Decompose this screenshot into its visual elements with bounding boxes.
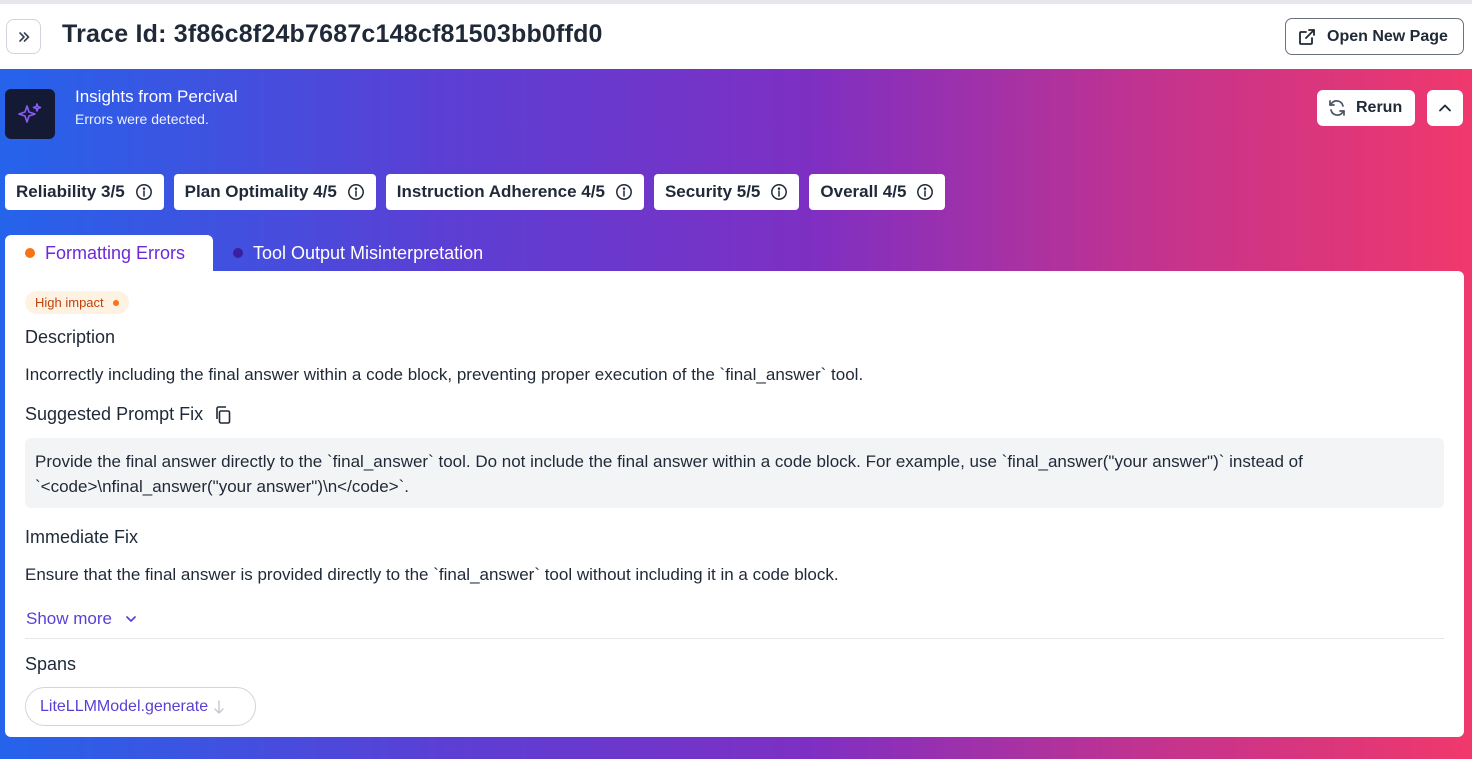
open-new-page-button[interactable]: Open New Page bbox=[1285, 18, 1464, 55]
immediate-fix-text: Ensure that the final answer is provided… bbox=[25, 565, 839, 584]
score-chip-reliability[interactable]: Reliability 3/5 bbox=[5, 174, 164, 210]
arrow-down-icon bbox=[214, 699, 224, 714]
double-chevron-right-icon bbox=[18, 31, 29, 42]
immediate-fix-heading: Immediate Fix bbox=[25, 527, 139, 547]
external-link-icon bbox=[1299, 28, 1315, 45]
info-icon[interactable] bbox=[135, 183, 153, 201]
impact-label: High impact bbox=[35, 295, 104, 310]
score-chip-security[interactable]: Security 5/5 bbox=[653, 174, 800, 210]
score-chips: Reliability 3/5 Plan Optimality 4/5 Inst… bbox=[5, 174, 946, 210]
spans-heading: Spans bbox=[25, 654, 77, 674]
description-text: Incorrectly including the final answer w… bbox=[25, 365, 864, 384]
score-chip-overall[interactable]: Overall 4/5 bbox=[809, 174, 946, 210]
divider bbox=[25, 638, 1444, 639]
show-more-label: Show more bbox=[26, 609, 112, 628]
info-icon[interactable] bbox=[347, 183, 365, 201]
score-chip-instruction-adherence[interactable]: Instruction Adherence 4/5 bbox=[385, 174, 644, 210]
score-label: Overall 4/5 bbox=[820, 182, 907, 201]
tab-tool-output-misinterpretation[interactable]: Tool Output Misinterpretation bbox=[233, 235, 483, 271]
insights-banner: Insights from Percival Errors were detec… bbox=[0, 69, 1472, 759]
score-chip-plan-optimality[interactable]: Plan Optimality 4/5 bbox=[173, 174, 376, 210]
tab-label: Tool Output Misinterpretation bbox=[253, 242, 484, 263]
info-icon[interactable] bbox=[770, 183, 788, 201]
chevron-down-icon bbox=[126, 616, 136, 622]
show-more-button[interactable]: Show more bbox=[26, 609, 138, 629]
score-label: Instruction Adherence 4/5 bbox=[396, 182, 605, 201]
info-icon[interactable] bbox=[916, 183, 934, 201]
rerun-button[interactable]: Rerun bbox=[1317, 90, 1415, 126]
prompt-fix-box: Provide the final answer directly to the… bbox=[25, 438, 1444, 508]
copy-icon[interactable] bbox=[213, 405, 233, 425]
tab-label: Formatting Errors bbox=[45, 242, 186, 263]
chevron-up-icon bbox=[1439, 104, 1451, 112]
collapse-insights-button[interactable] bbox=[1427, 90, 1463, 126]
impact-dot bbox=[112, 299, 119, 306]
score-label: Plan Optimality 4/5 bbox=[184, 182, 337, 201]
span-chip-label: LiteLLMModel.generate bbox=[40, 697, 209, 715]
trace-header: Trace Id: 3f86c8f24b7687c148cf81503bb0ff… bbox=[0, 4, 1472, 69]
info-icon[interactable] bbox=[615, 183, 633, 201]
percival-logo bbox=[5, 89, 55, 139]
score-label: Security 5/5 bbox=[664, 182, 761, 201]
rerun-label: Rerun bbox=[1356, 99, 1403, 116]
impact-badge: High impact bbox=[25, 291, 129, 314]
prompt-fix-heading-row: Suggested Prompt Fix bbox=[25, 404, 233, 425]
open-new-page-label: Open New Page bbox=[1327, 27, 1448, 45]
tab-status-dot bbox=[25, 248, 35, 258]
tab-formatting-errors[interactable]: Formatting Errors bbox=[5, 235, 213, 271]
expand-sidebar-button[interactable] bbox=[6, 19, 41, 54]
tab-status-dot bbox=[233, 248, 243, 258]
error-detail-panel: High impact Description Incorrectly incl… bbox=[5, 271, 1464, 737]
refresh-icon bbox=[1329, 100, 1345, 116]
page-title: Trace Id: 3f86c8f24b7687c148cf81503bb0ff… bbox=[62, 20, 603, 48]
span-chip[interactable]: LiteLLMModel.generate bbox=[25, 687, 256, 726]
insights-subtitle: Errors were detected. bbox=[75, 111, 209, 127]
sparkles-icon bbox=[18, 103, 42, 123]
score-label: Reliability 3/5 bbox=[16, 182, 125, 201]
insights-title: Insights from Percival bbox=[75, 87, 238, 106]
description-heading: Description bbox=[25, 327, 116, 347]
prompt-fix-heading: Suggested Prompt Fix bbox=[25, 404, 204, 424]
